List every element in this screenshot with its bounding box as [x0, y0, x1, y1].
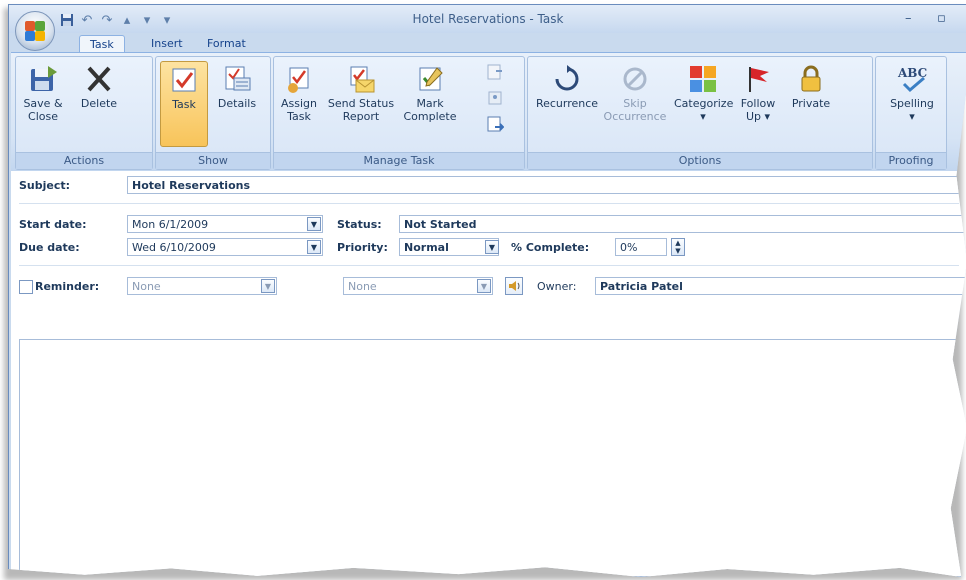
- save-close-icon: [27, 63, 59, 95]
- office-logo-icon: [25, 21, 45, 41]
- task-body-editor[interactable]: [19, 339, 966, 577]
- due-date-field[interactable]: Wed 6/10/2009: [127, 238, 323, 256]
- priority-field[interactable]: Normal: [399, 238, 499, 256]
- task-window: ↶ ↷ ▴ ▾ ▾ Hotel Reservations - Task – ▫ …: [8, 4, 966, 577]
- group-options: Recurrence Skip Occurrence Categorize ▾ …: [527, 56, 873, 170]
- group-proofing: ABC Spelling ▾ Proofing: [875, 56, 947, 170]
- priority-dropdown-icon[interactable]: ▼: [485, 240, 499, 254]
- assign-task-button[interactable]: Assign Task: [276, 61, 322, 145]
- status-report-icon: [345, 63, 377, 95]
- skip-occurrence-button[interactable]: Skip Occurrence: [602, 61, 668, 145]
- owner-field: Patricia Patel: [595, 277, 966, 295]
- delete-button[interactable]: Delete: [76, 61, 122, 145]
- spelling-button[interactable]: ABC Spelling ▾: [886, 61, 938, 145]
- flag-icon: [742, 63, 774, 95]
- due-date-label: Due date:: [19, 241, 80, 254]
- priority-label: Priority:: [337, 241, 388, 254]
- start-date-field[interactable]: Mon 6/1/2009: [127, 215, 323, 233]
- start-date-label: Start date:: [19, 218, 87, 231]
- task-checklist-icon: [168, 64, 200, 96]
- spelling-abc-icon: ABC: [896, 63, 928, 95]
- ribbon: Save & Close Delete Actions Task Details…: [11, 52, 966, 172]
- group-actions: Save & Close Delete Actions: [15, 56, 153, 170]
- skip-occurrence-icon: [619, 63, 651, 95]
- percent-complete-field[interactable]: 0%: [615, 238, 667, 256]
- due-date-dropdown-icon[interactable]: ▼: [307, 240, 321, 254]
- group-show: Task Details Show: [155, 56, 271, 170]
- details-icon: [221, 63, 253, 95]
- reminder-sound-icon[interactable]: [505, 277, 523, 295]
- reminder-date-dropdown-icon[interactable]: ▼: [261, 279, 275, 293]
- title-bar: ↶ ↷ ▴ ▾ ▾ Hotel Reservations - Task – ▫: [9, 5, 966, 33]
- group-label-show: Show: [156, 152, 270, 169]
- subject-field[interactable]: Hotel Reservations: [127, 176, 966, 194]
- tab-format-text[interactable]: Format Text: [197, 35, 256, 68]
- assign-task-icon: [283, 63, 315, 95]
- address-book-icon[interactable]: [486, 89, 504, 107]
- reminder-date-field[interactable]: None: [127, 277, 277, 295]
- reminder-time-dropdown-icon[interactable]: ▼: [477, 279, 491, 293]
- divider: [19, 265, 959, 266]
- group-manage-task: Assign Task Send Status Report Mark Comp…: [273, 56, 525, 170]
- lock-icon: [795, 63, 827, 95]
- small-buttons-stack: [486, 63, 510, 133]
- categorize-icon: [687, 63, 719, 95]
- maximize-button[interactable]: ▫: [937, 11, 946, 26]
- task-view-button[interactable]: Task: [160, 61, 208, 147]
- window-title: Hotel Reservations - Task: [412, 12, 564, 26]
- group-label-actions: Actions: [16, 152, 152, 169]
- save-close-button[interactable]: Save & Close: [20, 61, 66, 145]
- percent-complete-label: % Complete:: [511, 241, 590, 254]
- subject-label: Subject:: [19, 179, 71, 192]
- recurrence-button[interactable]: Recurrence: [534, 61, 600, 145]
- send-status-report-button[interactable]: Send Status Report: [326, 61, 396, 145]
- group-label-proofing: Proofing: [876, 152, 946, 169]
- percent-spinner-icon[interactable]: ▲ ▼: [671, 238, 685, 256]
- reminder-label: Reminder:: [35, 280, 100, 293]
- cancel-assignment-icon[interactable]: [486, 63, 504, 81]
- recurrence-icon: [551, 63, 583, 95]
- reminder-checkbox[interactable]: [19, 280, 33, 294]
- task-form: Subject: Hotel Reservations Start date: …: [11, 171, 966, 577]
- delete-icon: [83, 63, 115, 95]
- status-field[interactable]: Not Started: [399, 215, 966, 233]
- reminder-time-field[interactable]: None: [343, 277, 493, 295]
- private-button[interactable]: Private: [786, 61, 836, 145]
- group-label-options: Options: [528, 152, 872, 169]
- owner-label: Owner:: [537, 280, 577, 293]
- status-label: Status:: [337, 218, 382, 231]
- tab-insert[interactable]: Insert: [141, 35, 193, 53]
- categorize-button[interactable]: Categorize ▾: [674, 61, 733, 145]
- minimize-button[interactable]: –: [905, 11, 912, 26]
- details-button[interactable]: Details: [214, 61, 260, 145]
- start-date-dropdown-icon[interactable]: ▼: [307, 217, 321, 231]
- mark-complete-icon: [414, 63, 446, 95]
- mark-complete-button[interactable]: Mark Complete: [402, 61, 458, 145]
- office-button[interactable]: [15, 11, 55, 51]
- check-names-icon[interactable]: [486, 115, 505, 133]
- divider: [19, 203, 959, 204]
- follow-up-button[interactable]: Follow Up ▾: [734, 61, 782, 145]
- group-label-manage-task: Manage Task: [274, 152, 524, 169]
